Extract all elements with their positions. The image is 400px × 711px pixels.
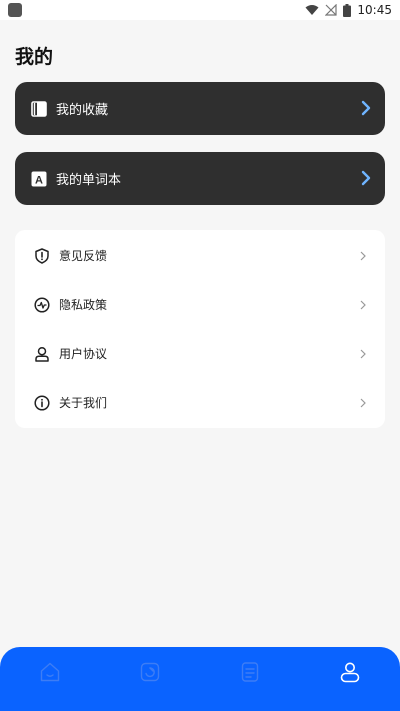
chevron-right-icon xyxy=(360,300,366,310)
tab-practice[interactable] xyxy=(135,657,165,687)
bottom-tab-bar xyxy=(0,647,400,711)
wordbook-card[interactable]: A 我的单词本 xyxy=(15,152,385,205)
settings-menu: 意见反馈 隐私政策 用户协议 关于我们 xyxy=(15,230,385,428)
menu-item-label: 关于我们 xyxy=(59,396,108,410)
profile-icon xyxy=(340,662,360,683)
book-icon xyxy=(31,100,47,117)
app-notification-icon xyxy=(8,3,22,17)
chevron-right-icon xyxy=(360,398,366,408)
menu-item-label: 意见反馈 xyxy=(59,249,108,263)
wifi-icon xyxy=(305,5,319,15)
menu-item-feedback[interactable]: 意见反馈 xyxy=(15,231,385,280)
user-icon xyxy=(34,346,50,362)
status-time: 10:45 xyxy=(357,3,392,17)
chevron-right-icon xyxy=(360,349,366,359)
letter-a-icon: A xyxy=(31,171,47,187)
tab-notes[interactable] xyxy=(235,657,265,687)
info-icon xyxy=(34,394,50,411)
activity-icon xyxy=(34,296,50,313)
chevron-right-icon xyxy=(361,170,371,186)
feedback-shield-icon xyxy=(34,247,50,264)
menu-item-label: 用户协议 xyxy=(59,347,108,361)
battery-icon xyxy=(343,3,352,17)
tab-profile[interactable] xyxy=(335,657,365,687)
menu-item-privacy[interactable]: 隐私政策 xyxy=(15,280,385,329)
menu-item-label: 隐私政策 xyxy=(59,298,108,312)
no-signal-icon xyxy=(325,4,338,16)
home-icon xyxy=(40,662,60,682)
favorites-card[interactable]: 我的收藏 xyxy=(15,82,385,135)
chevron-right-icon xyxy=(360,251,366,261)
practice-icon xyxy=(140,662,160,682)
menu-item-about[interactable]: 关于我们 xyxy=(15,378,385,427)
tab-home[interactable] xyxy=(35,657,65,687)
status-right: 10:45 xyxy=(305,2,392,18)
notes-icon xyxy=(241,662,259,682)
status-bar: 10:45 xyxy=(0,0,400,20)
page-title: 我的 xyxy=(15,46,54,68)
favorites-label: 我的收藏 xyxy=(56,103,109,118)
menu-item-user-agreement[interactable]: 用户协议 xyxy=(15,329,385,378)
chevron-right-icon xyxy=(361,100,371,116)
svg-text:A: A xyxy=(35,174,43,186)
wordbook-label: 我的单词本 xyxy=(56,173,122,188)
